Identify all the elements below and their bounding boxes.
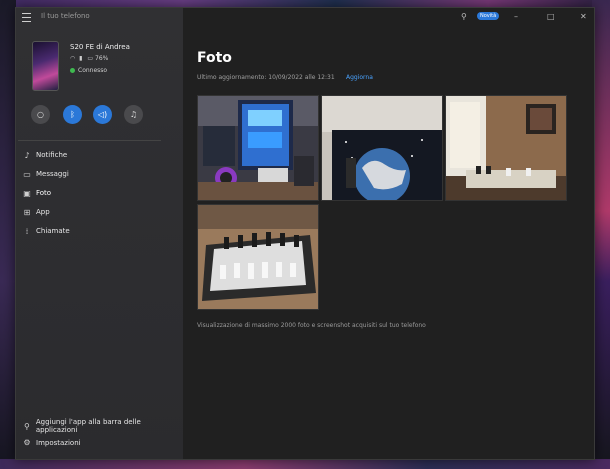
- chess-board-image: [198, 205, 318, 309]
- sidebar-item-notifiche[interactable]: ♪ Notifiche: [21, 147, 176, 163]
- sidebar-divider: [18, 140, 161, 141]
- refresh-link[interactable]: Aggiorna: [346, 74, 373, 81]
- last-update-text: Ultimo aggiornamento: 10/09/2022 alle 12…: [197, 74, 335, 81]
- new-badge[interactable]: Novità: [477, 12, 500, 20]
- sidebar-item-foto[interactable]: ▣ Foto: [21, 185, 176, 201]
- window-minimize-button[interactable]: –: [514, 10, 518, 22]
- phone-link-window: Il tuo telefono S20 FE di Andrea ◠ ▮ ▭ 7…: [15, 7, 595, 460]
- sidebar-item-label: Foto: [36, 189, 52, 197]
- hamburger-menu-icon[interactable]: [22, 13, 31, 22]
- sidebar-item-label: Chiamate: [36, 227, 70, 235]
- minimize-icon: –: [514, 11, 518, 21]
- connection-status: Connesso: [70, 67, 107, 74]
- gaming-pc-photo[interactable]: [197, 95, 319, 201]
- world-map-wall-photo[interactable]: [321, 95, 443, 201]
- main-content: ⚲ Novità – □ ✕ Foto Ultimo aggiornamento…: [183, 8, 594, 459]
- chat-icon: ▭: [23, 169, 31, 179]
- music-button[interactable]: ♫: [124, 105, 143, 124]
- world-map-image: [322, 96, 442, 200]
- maximize-icon: □: [547, 11, 555, 21]
- battery-level: 76%: [95, 55, 109, 62]
- bluetooth-button[interactable]: ᛒ: [63, 105, 82, 124]
- sidebar-item-messaggi[interactable]: ▭ Messaggi: [21, 166, 176, 182]
- pin-icon: ⚲: [24, 421, 30, 431]
- sidebar-item-label: Notifiche: [36, 151, 68, 159]
- device-stats: ◠ ▮ ▭ 76%: [70, 55, 108, 62]
- window-close-button[interactable]: ✕: [580, 10, 587, 22]
- wifi-icon: ◠: [70, 55, 76, 62]
- status-dot-icon: [70, 68, 75, 73]
- photo-icon: ▣: [23, 188, 31, 198]
- sidebar: Il tuo telefono S20 FE di Andrea ◠ ▮ ▭ 7…: [16, 8, 183, 459]
- sidebar-item-label: Messaggi: [36, 170, 69, 178]
- signal-icon: ▮: [79, 55, 83, 62]
- sidebar-item-app[interactable]: ⊞ App: [21, 204, 176, 220]
- close-icon: ✕: [580, 11, 587, 21]
- music-note-icon: ♫: [129, 110, 138, 119]
- apps-icon: ⊞: [23, 207, 31, 217]
- sidebar-item-label: App: [36, 208, 50, 216]
- settings-label: Impostazioni: [36, 438, 81, 447]
- battery-icon: ▭: [87, 55, 94, 62]
- pin-apps-label: Aggiungi l'app alla barra delle applicaz…: [35, 418, 141, 434]
- pin-apps-to-taskbar-link[interactable]: ⚲ Aggiungi l'app alla barra delle applic…: [21, 418, 183, 434]
- gear-icon: ⚙: [23, 438, 31, 447]
- gaming-pc-image: [198, 96, 318, 200]
- photo-limit-note: Visualizzazione di massimo 2000 foto e s…: [197, 322, 426, 329]
- audio-button[interactable]: ◁): [93, 105, 112, 124]
- dialpad-icon: ⁞: [25, 226, 29, 236]
- moon-icon: ○: [37, 110, 44, 119]
- connection-status-label: Connesso: [78, 67, 108, 74]
- do-not-disturb-button[interactable]: ○: [31, 105, 50, 124]
- chess-window-photo[interactable]: [445, 95, 567, 201]
- phone-wallpaper-thumbnail: [32, 41, 59, 91]
- window-maximize-button[interactable]: □: [547, 10, 555, 22]
- speaker-icon: ◁): [97, 110, 108, 119]
- device-name[interactable]: S20 FE di Andrea: [70, 43, 130, 51]
- chess-board-photo[interactable]: [197, 204, 319, 310]
- pin-icon[interactable]: ⚲: [461, 10, 467, 22]
- settings-link[interactable]: ⚙ Impostazioni: [21, 438, 81, 447]
- bell-icon: ♪: [24, 150, 30, 160]
- chess-window-image: [446, 96, 566, 200]
- app-title: Il tuo telefono: [41, 12, 90, 20]
- bluetooth-icon: ᛒ: [70, 110, 75, 119]
- sidebar-item-chiamate[interactable]: ⁞ Chiamate: [21, 223, 176, 239]
- page-title: Foto: [197, 50, 232, 66]
